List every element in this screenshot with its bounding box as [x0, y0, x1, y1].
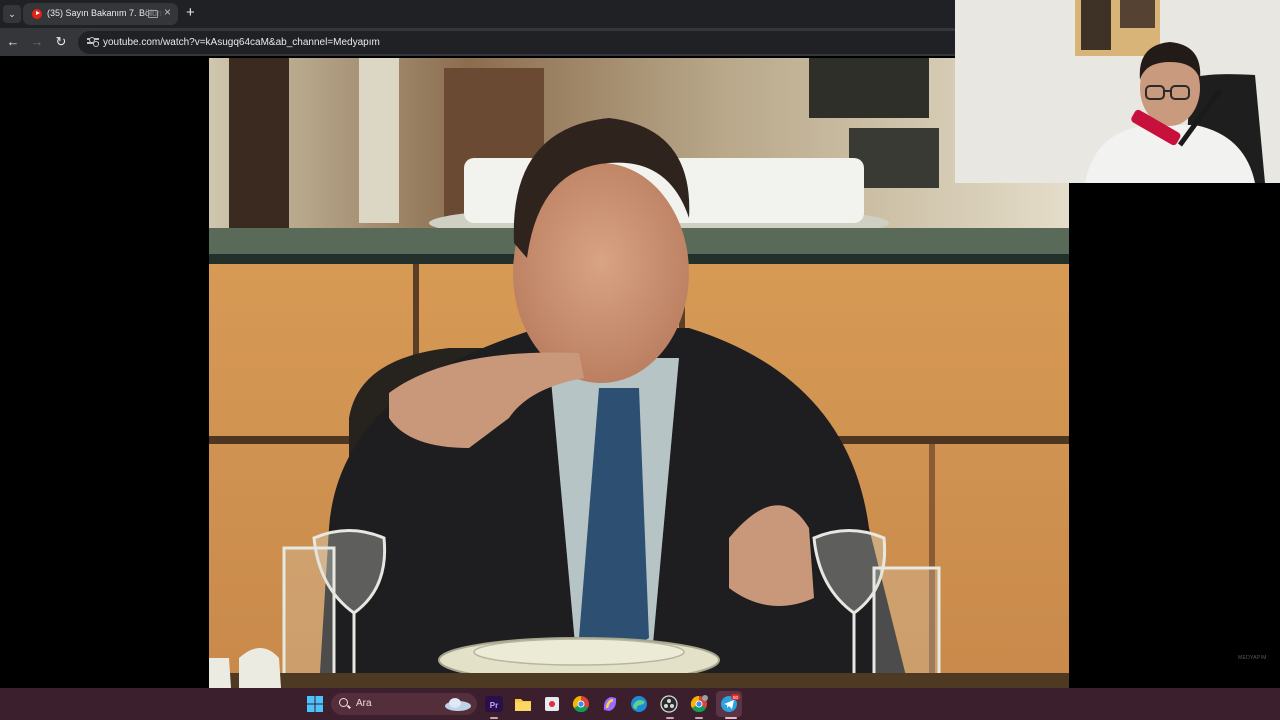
back-button[interactable]: ← [3, 32, 23, 52]
taskbar-search-box[interactable]: Ara [331, 693, 477, 715]
browser-tab-strip: ⌄ (35) Sayın Bakanım 7. Bölüm × + [0, 0, 955, 28]
desktop-screen: ⌄ (35) Sayın Bakanım 7. Bölüm × + ← → ↻ … [0, 0, 1280, 720]
url-text[interactable]: youtube.com/watch?v=kAsugq64caM&ab_chann… [103, 37, 380, 48]
chrome-profile-icon[interactable] [688, 693, 710, 715]
search-label: Ara [356, 698, 372, 709]
snipping-tool-icon[interactable] [541, 693, 563, 715]
telegram-icon[interactable]: 50 [718, 693, 740, 715]
running-indicator [490, 717, 498, 719]
address-bar[interactable]: youtube.com/watch?v=kAsugq64caM&ab_chann… [78, 31, 955, 54]
tab-search-button[interactable]: ⌄ [3, 5, 21, 23]
browser-toolbar: ← → ↻ youtube.com/watch?v=kAsugq64caM&ab… [0, 28, 955, 56]
video-player[interactable] [209, 58, 1069, 688]
browser-tab-active[interactable]: (35) Sayın Bakanım 7. Bölüm × [23, 3, 178, 25]
reload-button[interactable]: ↻ [51, 32, 71, 52]
webcam-frame [955, 0, 1280, 183]
weather-cloud-icon [445, 698, 471, 711]
webcam-overlay [955, 0, 1280, 183]
forward-button[interactable]: → [27, 32, 47, 52]
video-watermark: MEDYAPIM [1238, 655, 1267, 661]
search-icon [339, 698, 348, 707]
youtube-icon [32, 9, 42, 19]
running-indicator-active [725, 717, 737, 719]
copilot-icon[interactable] [599, 693, 621, 715]
edge-icon[interactable] [628, 693, 650, 715]
running-indicator [695, 717, 703, 719]
premiere-pro-icon[interactable]: Pr [483, 693, 505, 715]
file-explorer-icon[interactable] [512, 693, 534, 715]
video-frame [209, 58, 1069, 688]
obs-icon[interactable] [658, 693, 680, 715]
running-indicator [666, 717, 674, 719]
svg-text:Pr: Pr [490, 701, 498, 710]
windows-start-icon[interactable] [304, 693, 326, 715]
windows-taskbar: Ara Pr 50 [0, 688, 1280, 720]
site-settings-icon[interactable] [87, 36, 99, 47]
notification-badge: 50 [733, 695, 739, 700]
picture-in-picture-icon[interactable] [148, 10, 158, 18]
new-tab-button[interactable]: + [186, 4, 195, 22]
tab-close-button[interactable]: × [164, 5, 171, 19]
chrome-icon[interactable] [570, 693, 592, 715]
